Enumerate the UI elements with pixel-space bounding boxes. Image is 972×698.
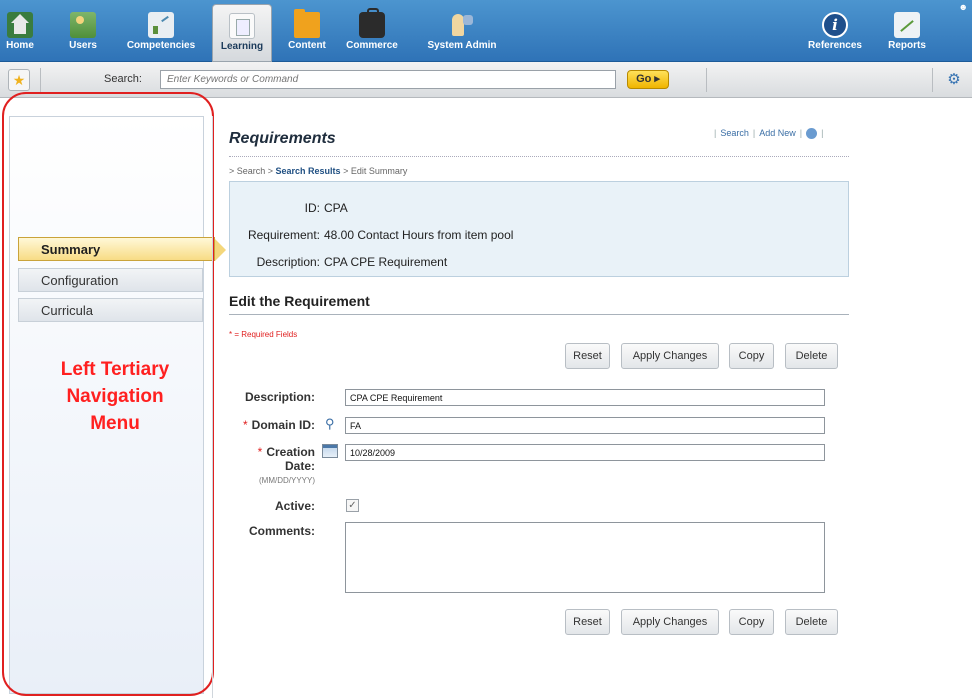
nav-commerce-label: Commerce [346,40,398,51]
system-admin-icon [449,12,475,38]
nav-competencies[interactable]: Competencies [119,6,203,58]
creation-date-field-label: * Creation [229,445,315,459]
reset-button[interactable]: Reset [565,343,610,369]
reports-icon [894,12,920,38]
search-link[interactable]: Search [720,128,749,138]
competencies-icon [148,12,174,38]
settings-gear-icon[interactable]: ⚙ [944,70,964,90]
content-folder-icon [294,9,320,38]
favorites-star-icon[interactable]: ★ [8,69,30,91]
summary-id-label: ID: [304,201,320,215]
annotation-label: Left Tertiary Navigation Menu [60,359,170,434]
creation-date-label-line2: Date: [284,459,315,473]
copy-button[interactable]: Copy [729,343,774,369]
search-input[interactable] [160,70,616,89]
nav-reports[interactable]: Reports [885,6,929,58]
add-new-link[interactable]: Add New [759,128,796,138]
creation-date-field[interactable] [345,444,825,461]
domain-id-label-text: Domain ID: [251,418,315,432]
nav-system-admin-label: System Admin [427,40,497,51]
nav-content[interactable]: Content [283,6,331,58]
go-button[interactable]: Go ▸ [627,70,669,89]
description-field[interactable] [345,389,825,406]
comments-field[interactable] [345,522,825,593]
page-title: Requirements [229,130,336,147]
nav-users[interactable]: Users [66,6,100,58]
breadcrumb-prefix[interactable]: > Search > [229,166,276,176]
learning-icon [229,13,255,39]
help-icon[interactable] [806,128,818,140]
nav-learning-label: Learning [220,41,264,52]
link-separator: | [714,128,717,138]
link-separator: | [799,128,803,138]
domain-search-icon[interactable]: ⚲ [325,416,335,432]
link-separator: | [752,128,756,138]
link-separator: | [821,128,824,138]
reset-button-bottom[interactable]: Reset [565,609,610,635]
nav-reports-label: Reports [888,40,926,51]
summary-requirement-label: Requirement: [247,228,320,242]
summary-panel: ID: CPA Requirement: 48.00 Contact Hours… [229,181,849,277]
top-navigation-bar: Home Users Competencies Learning Content… [0,0,972,62]
edit-section-divider [229,314,849,315]
apply-changes-button[interactable]: Apply Changes [621,343,719,369]
summary-requirement-value: 48.00 Contact Hours from item pool [324,228,514,242]
nav-learning[interactable]: Learning [212,4,272,62]
users-icon [70,12,96,38]
home-icon [7,12,33,38]
nav-users-label: Users [69,40,97,51]
apply-changes-button-bottom[interactable]: Apply Changes [621,609,719,635]
search-label: Search: [104,73,142,85]
active-checkbox[interactable]: ✓ [346,499,359,512]
toolbar-divider [932,68,933,92]
breadcrumb: > Search > Search Results > Edit Summary [229,166,407,176]
toolbar-divider [706,68,707,92]
nav-competencies-label: Competencies [126,40,196,51]
required-asterisk: * [242,418,248,432]
page-action-links: | Search | Add New | | [710,128,827,140]
comments-field-label: Comments: [248,524,315,538]
user-menu-icon[interactable]: ☻ [959,2,968,12]
summary-description-value: CPA CPE Requirement [324,255,448,269]
nav-home[interactable]: Home [6,6,34,58]
breadcrumb-search-results[interactable]: Search Results [276,166,341,176]
creation-label-text: Creation [266,445,315,459]
calendar-icon[interactable] [322,444,338,458]
toolbar-divider [40,68,41,92]
commerce-briefcase-icon [359,8,385,38]
active-field-label: Active: [274,499,315,513]
nav-references[interactable]: References [804,6,866,58]
breadcrumb-current: > Edit Summary [340,166,408,176]
required-asterisk: * [257,445,263,459]
date-format-hint: (MM/DD/YYYY) [259,476,315,485]
nav-content-label: Content [288,40,326,51]
nav-commerce[interactable]: Commerce [342,6,402,58]
nav-system-admin[interactable]: System Admin [424,6,500,58]
summary-description-label: Description: [256,255,320,269]
nav-home-label: Home [6,40,34,51]
required-fields-note: * = Required Fields [229,330,298,339]
nav-references-label: References [808,40,862,51]
delete-button-bottom[interactable]: Delete [785,609,838,635]
domain-id-field-label: * Domain ID: [229,418,315,432]
description-field-label: Description: [244,390,315,404]
delete-button[interactable]: Delete [785,343,838,369]
copy-button-bottom[interactable]: Copy [729,609,774,635]
edit-section-heading: Edit the Requirement [229,293,370,309]
title-divider [229,156,849,157]
summary-id-value: CPA [324,201,348,215]
domain-id-field[interactable] [345,417,825,434]
info-icon [822,12,848,38]
